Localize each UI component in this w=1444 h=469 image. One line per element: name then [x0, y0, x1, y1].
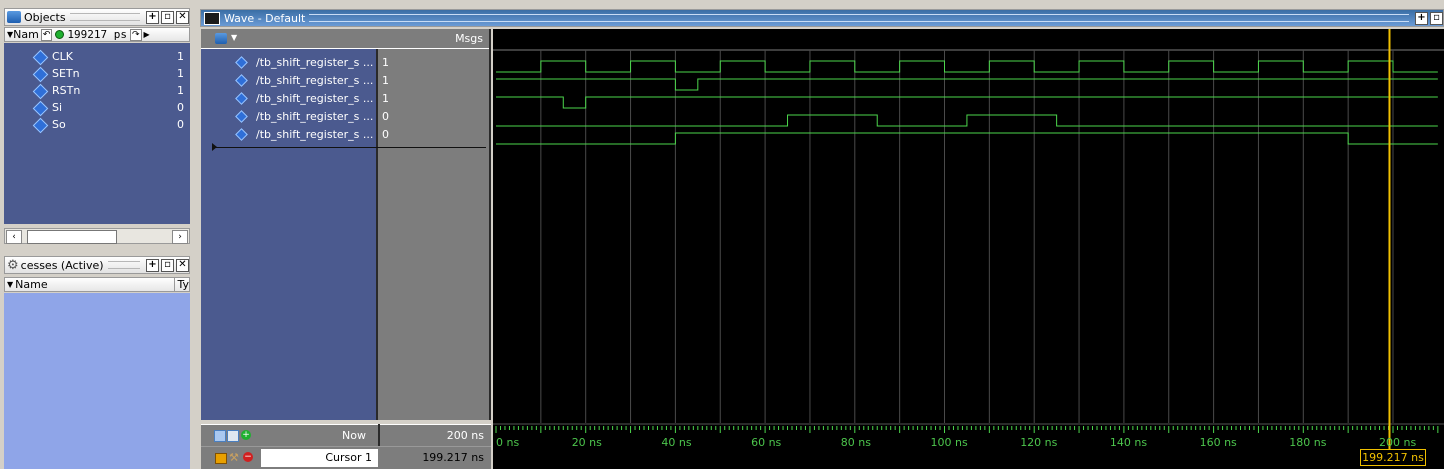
processes-name-column[interactable]: Name	[15, 278, 174, 291]
chevron-right-icon[interactable]: ▶	[144, 30, 150, 39]
sort-arrow-icon[interactable]: ▼	[7, 280, 13, 289]
timeline-tick-label: 20 ns	[571, 436, 602, 449]
object-item-name[interactable]: SETn	[52, 67, 80, 81]
processes-column-header: ▼ Name Ty	[4, 277, 190, 292]
signal-diamond-icon	[32, 83, 49, 100]
lock-icon[interactable]	[215, 453, 227, 464]
wave-add-icon[interactable]	[215, 33, 227, 44]
timeline-tick-label: 200 ns	[1379, 436, 1417, 449]
wrench-icon[interactable]: ⚒	[229, 451, 239, 464]
add-cursor-icon[interactable]: +	[241, 430, 251, 440]
objects-title-grip[interactable]	[69, 13, 140, 21]
signal-diamond-icon	[32, 49, 49, 66]
processes-type-column[interactable]: Ty	[174, 278, 189, 291]
waveform-canvas[interactable]	[493, 29, 1444, 469]
objects-column-header: ▼ Nam ↶ 199217 ps ↷ ▶	[4, 27, 190, 42]
signal-diamond-icon	[32, 117, 49, 134]
wave-signal-value: 1	[382, 56, 389, 69]
objects-hscrollbar[interactable]: ‹ ›	[4, 228, 190, 244]
object-item-value: 0	[177, 118, 184, 131]
signal-names-pane: ▼	[201, 29, 378, 420]
wave-title-grip[interactable]	[309, 14, 1409, 22]
wave-signal-value: 0	[382, 110, 389, 123]
time-status-dot-icon	[55, 30, 65, 39]
object-item-name[interactable]: So	[52, 118, 66, 132]
timeline-tick-label: 100 ns	[930, 436, 968, 449]
objects-list: CLK 1 SETn 1 RSTn 1 Si 0 So 0	[4, 43, 190, 224]
object-item-name[interactable]: Si	[52, 101, 62, 115]
objects-name-column[interactable]: Nam	[13, 28, 39, 41]
processes-titlebar: ⚙ cesses (Active) + ▫ ✕	[4, 256, 190, 274]
msgs-header-label: Msgs	[455, 32, 483, 45]
timeline-tick-label: 60 ns	[751, 436, 782, 449]
delete-cursor-icon[interactable]: −	[243, 452, 253, 462]
object-item-value: 1	[177, 50, 184, 63]
waveform-background	[493, 29, 1444, 469]
insertion-marker	[214, 147, 486, 148]
cursor-row: ⚒ − Cursor 1 199.217 ns	[201, 446, 491, 469]
zoom-tool-icon[interactable]	[214, 430, 226, 442]
object-item-value: 0	[177, 101, 184, 114]
timeline-tick-label: 40 ns	[661, 436, 692, 449]
cursor-tag[interactable]: 199.217 ns	[1360, 449, 1426, 466]
wave-signal-name[interactable]: /tb_shift_register_s ...	[256, 110, 373, 123]
objects-icon	[7, 11, 21, 23]
objects-dock-button[interactable]: +	[146, 10, 159, 24]
signal-diamond-icon	[32, 66, 49, 83]
wave-signal-name[interactable]: /tb_shift_register_s ...	[256, 92, 373, 105]
processes-undock-button[interactable]: ▫	[161, 258, 174, 272]
timeline-tick-label: 120 ns	[1020, 436, 1058, 449]
objects-title: Objects	[24, 10, 66, 24]
time-forward-button[interactable]: ↷	[130, 28, 142, 41]
object-item-value: 1	[177, 84, 184, 97]
timeline-tick-label: 80 ns	[840, 436, 871, 449]
timeline-tick-label: 0 ns	[496, 436, 520, 449]
processes-title-grip[interactable]	[107, 261, 140, 269]
signal-values-pane: Msgs	[378, 29, 491, 420]
objects-titlebar: Objects + ▫ ✕	[4, 8, 190, 26]
object-item-name[interactable]: CLK	[52, 50, 73, 64]
wave-signal-value: 1	[382, 92, 389, 105]
objects-time-readout: 199217 ps	[67, 28, 127, 41]
insertion-arrow-icon	[212, 143, 217, 151]
cursor-value: 199.217 ns	[422, 451, 484, 464]
scroll-left-icon[interactable]: ‹	[6, 230, 22, 244]
wave-signal-name[interactable]: /tb_shift_register_s ...	[256, 56, 373, 69]
wave-window-icon	[204, 11, 220, 25]
processes-dock-button[interactable]: +	[146, 258, 159, 272]
wave-toolbar-header: ▼	[201, 29, 378, 49]
objects-close-button[interactable]: ✕	[176, 10, 189, 24]
wave-title: Wave - Default	[224, 11, 306, 25]
wave-list-icon[interactable]	[227, 430, 239, 442]
signal-diamond-icon	[32, 100, 49, 117]
wave-signal-value: 0	[382, 128, 389, 141]
object-item-name[interactable]: RSTn	[52, 84, 80, 98]
processes-close-button[interactable]: ✕	[176, 258, 189, 272]
now-value: 200 ns	[446, 429, 484, 442]
cursor-name[interactable]: Cursor 1	[261, 449, 378, 467]
wave-signal-value: 1	[382, 74, 389, 87]
time-back-button[interactable]: ↶	[40, 28, 53, 41]
wave-undock-button[interactable]: ▫	[1430, 11, 1443, 25]
processes-title: cesses (Active)	[20, 258, 104, 272]
timeline-tick-label: 160 ns	[1199, 436, 1237, 449]
chevron-down-icon[interactable]: ▼	[231, 33, 237, 42]
object-item-value: 1	[177, 67, 184, 80]
wave-signal-name[interactable]: /tb_shift_register_s ...	[256, 128, 373, 141]
msgs-header: Msgs	[378, 29, 489, 49]
wave-signal-name[interactable]: /tb_shift_register_s ...	[256, 74, 373, 87]
now-label: Now	[342, 429, 366, 442]
now-row: + Now 200 ns	[201, 424, 491, 446]
wave-titlebar: Wave - Default + ▫	[200, 9, 1444, 27]
gear-icon: ⚙	[7, 257, 19, 273]
wave-dock-button[interactable]: +	[1415, 11, 1428, 25]
objects-undock-button[interactable]: ▫	[161, 10, 174, 24]
scroll-thumb[interactable]	[27, 230, 117, 244]
timeline-tick-label: 180 ns	[1289, 436, 1327, 449]
timeline-tick-label: 140 ns	[1109, 436, 1148, 449]
processes-list	[4, 293, 190, 469]
scroll-right-icon[interactable]: ›	[172, 230, 188, 244]
